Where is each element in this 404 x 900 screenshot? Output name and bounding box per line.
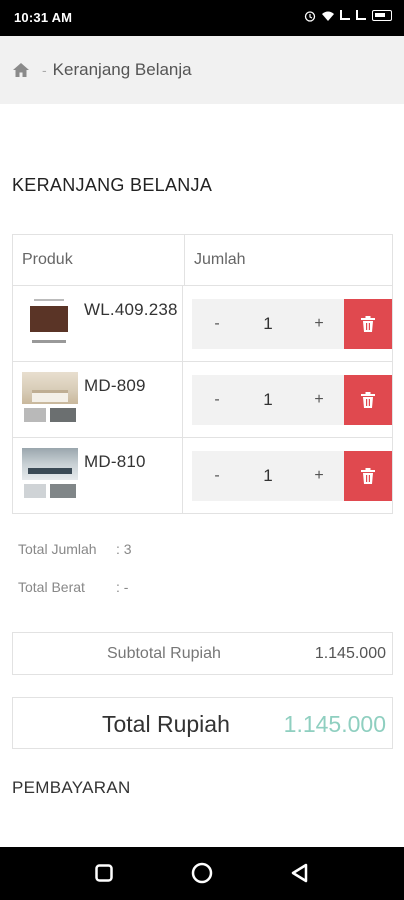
delete-button[interactable]	[344, 450, 392, 501]
table-row: WL.409.238 - 1 +	[13, 285, 392, 361]
total-box: Total Rupiah 1.145.000	[12, 697, 393, 749]
product-name[interactable]: MD-809	[84, 376, 146, 396]
back-icon[interactable]	[288, 861, 312, 885]
table-row: MD-809 - 1 +	[13, 361, 392, 437]
payment-section-title: PEMBAYARAN	[12, 778, 131, 797]
product-thumbnail[interactable]	[22, 448, 78, 502]
total-label: Total Rupiah	[102, 711, 230, 737]
product-name[interactable]: MD-810	[84, 452, 146, 472]
quantity-stepper: - 1 +	[192, 374, 344, 425]
status-time: 10:31 AM	[14, 10, 73, 25]
total-weight-line: Total Berat : -	[18, 579, 128, 595]
signal-icon	[356, 10, 366, 20]
wifi-icon	[322, 9, 334, 21]
trash-icon	[361, 391, 375, 408]
home-circle-icon[interactable]	[190, 861, 214, 885]
status-bar: 10:31 AM	[0, 0, 404, 36]
product-name[interactable]: WL.409.238	[84, 300, 178, 320]
subtotal-box: Subtotal Rupiah 1.145.000	[12, 632, 393, 675]
subtotal-value: 1.145.000	[314, 645, 386, 662]
product-thumbnail[interactable]	[22, 372, 78, 426]
quantity-stepper: - 1 +	[192, 450, 344, 501]
decrease-button[interactable]: -	[192, 299, 242, 349]
navigation-bar	[0, 847, 404, 900]
breadcrumb: - Keranjang Belanja	[0, 36, 404, 104]
total-qty-label: Total Jumlah	[18, 541, 97, 557]
home-icon[interactable]	[12, 62, 30, 78]
signal-icon	[340, 10, 350, 20]
breadcrumb-separator: -	[42, 62, 47, 78]
delete-button[interactable]	[344, 374, 392, 425]
total-weight-value: : -	[116, 579, 129, 595]
quantity-stepper: - 1 +	[192, 298, 344, 349]
decrease-button[interactable]: -	[192, 375, 242, 425]
cart-table: Produk Jumlah WL.409.238 - 1 + MD-809 -	[12, 234, 393, 514]
status-icons	[304, 9, 392, 22]
increase-button[interactable]: +	[294, 451, 344, 501]
quantity-value[interactable]: 1	[242, 390, 294, 410]
table-row: MD-810 - 1 +	[13, 437, 392, 513]
battery-icon	[372, 9, 392, 21]
trash-icon	[361, 467, 375, 484]
subtotal-label: Subtotal Rupiah	[107, 645, 221, 662]
increase-button[interactable]: +	[294, 375, 344, 425]
column-header-product: Produk	[22, 251, 73, 268]
breadcrumb-current: Keranjang Belanja	[52, 60, 192, 79]
product-thumbnail[interactable]	[22, 296, 78, 350]
table-header: Produk Jumlah	[13, 235, 392, 285]
recent-apps-icon[interactable]	[92, 861, 116, 885]
increase-button[interactable]: +	[294, 299, 344, 349]
trash-icon	[361, 315, 375, 332]
total-qty-line: Total Jumlah : 3	[18, 541, 132, 557]
total-weight-label: Total Berat	[18, 579, 85, 595]
decrease-button[interactable]: -	[192, 451, 242, 501]
quantity-value[interactable]: 1	[242, 314, 294, 334]
page-title: KERANJANG BELANJA	[12, 175, 213, 195]
quantity-value[interactable]: 1	[242, 466, 294, 486]
column-header-qty: Jumlah	[194, 251, 246, 268]
delete-button[interactable]	[344, 298, 392, 349]
alarm-icon	[304, 9, 316, 22]
total-value: 1.145.000	[283, 711, 386, 737]
total-qty-value: : 3	[116, 541, 132, 557]
